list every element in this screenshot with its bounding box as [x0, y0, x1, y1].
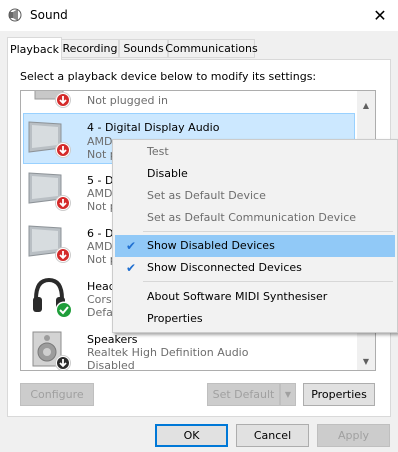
scroll-down-button[interactable]: ▼: [357, 353, 375, 370]
red-down-arrow-icon: [55, 195, 71, 214]
checkmark-icon: ✔: [125, 239, 137, 253]
tab-sounds[interactable]: Sounds: [119, 39, 168, 58]
device-name: 5 - D: [87, 174, 114, 187]
chevron-down-icon: ▼: [362, 357, 370, 366]
set-default-button[interactable]: Set Default: [207, 383, 280, 406]
device-name: 6 - D: [87, 227, 114, 240]
tab-communications[interactable]: Communications: [165, 39, 258, 58]
cancel-button[interactable]: Cancel: [236, 424, 309, 447]
speaker-icon: [8, 8, 22, 22]
properties-button[interactable]: Properties: [303, 383, 375, 406]
device-driver: AMD: [87, 187, 113, 200]
menu-item-test[interactable]: Test: [115, 141, 395, 163]
menu-item-about-midi[interactable]: About Software MIDI Synthesiser: [115, 286, 395, 308]
black-down-arrow-icon: [55, 355, 71, 370]
close-icon: ✕: [373, 6, 387, 25]
chevron-down-icon: ▼: [284, 390, 292, 399]
device-driver: AMD: [87, 240, 113, 253]
menu-item-show-disabled-devices[interactable]: ✔ Show Disabled Devices: [115, 235, 395, 257]
red-down-arrow-icon: [55, 92, 71, 111]
menu-item-label: Show Disabled Devices: [147, 239, 275, 252]
device-status: Defa: [87, 306, 113, 319]
green-check-icon: [55, 301, 73, 322]
device-driver: Realtek High Definition Audio: [87, 346, 249, 359]
menu-separator: [143, 281, 393, 282]
close-button[interactable]: ✕: [362, 0, 398, 31]
ok-button[interactable]: OK: [155, 424, 228, 447]
device-status: Not plugged in: [87, 94, 169, 107]
device-name: 4 - Digital Display Audio: [87, 121, 220, 134]
tab-playback[interactable]: Playback: [7, 37, 62, 60]
menu-separator: [143, 231, 393, 232]
device-status: Disabled: [87, 359, 135, 371]
device-driver: AMD: [87, 135, 113, 148]
menu-item-set-default-communication[interactable]: Set as Default Communication Device: [115, 207, 395, 229]
set-default-dropdown[interactable]: ▼: [280, 383, 296, 406]
menu-item-set-default-device[interactable]: Set as Default Device: [115, 185, 395, 207]
red-down-arrow-icon: [55, 142, 71, 161]
context-menu: Test Disable Set as Default Device Set a…: [112, 139, 398, 333]
menu-item-label: Show Disconnected Devices: [147, 261, 302, 274]
menu-item-show-disconnected-devices[interactable]: ✔ Show Disconnected Devices: [115, 257, 395, 279]
window-title: Sound: [30, 8, 68, 22]
red-down-arrow-icon: [55, 247, 71, 266]
checkmark-icon: ✔: [125, 261, 137, 275]
menu-item-properties[interactable]: Properties: [115, 308, 395, 330]
tab-recording[interactable]: Recording: [61, 39, 119, 58]
chevron-up-icon: ▲: [362, 101, 370, 110]
scroll-up-button[interactable]: ▲: [357, 97, 375, 114]
instruction-text: Select a playback device below to modify…: [20, 70, 317, 83]
apply-button[interactable]: Apply: [317, 424, 390, 447]
device-name: Speakers: [87, 333, 138, 346]
configure-button[interactable]: Configure: [20, 383, 94, 406]
menu-item-disable[interactable]: Disable: [115, 163, 395, 185]
